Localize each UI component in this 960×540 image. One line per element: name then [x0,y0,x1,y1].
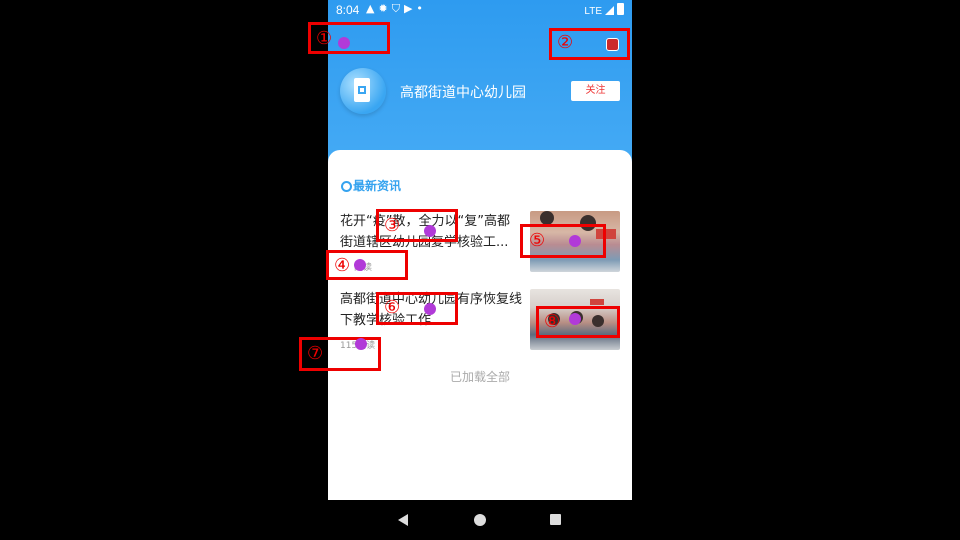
annotation-label-7: ⑦ [307,343,324,364]
org-name: 高都街道中心幼儿园 [400,85,526,101]
marker-dot-1 [338,37,350,49]
marker-dot-8 [569,313,581,325]
home-icon[interactable] [474,514,486,526]
gear-icon: ✹ [378,2,392,15]
status-bar: 8:04 ▲✹⛉▶• LTE [328,0,632,20]
marker-dot-6 [424,303,436,315]
play-icon: ▶ [403,2,417,15]
dot-icon: • [416,2,427,15]
marker-dot-7 [355,338,367,350]
annotation-label-5: ⑤ [529,230,546,251]
warning-icon: ▲ [366,2,379,15]
network-label: LTE [584,6,602,17]
annotation-label-6: ⑥ [384,297,401,318]
battery-icon [617,3,624,15]
section-dot-icon [341,181,352,192]
annotation-label-4: ④ [334,255,351,276]
section-title: 最新资讯 [353,179,402,193]
follow-button[interactable]: 关注 [571,81,620,101]
marker-dot-5 [569,235,581,247]
signal-icon [605,6,614,15]
status-right: LTE [584,3,624,17]
building-icon [354,78,370,102]
annotation-label-8: ⑧ [544,311,561,332]
annotation-label-1: ① [316,28,333,49]
annotation-label-2: ② [557,32,574,53]
back-icon[interactable] [398,514,408,526]
annotation-label-3: ③ [384,215,401,236]
status-time: 8:04 [336,3,360,17]
marker-dot-3 [424,225,436,237]
nav-bar [328,500,632,540]
status-notification-icons: ▲✹⛉▶• [366,2,427,16]
org-logo [340,68,386,114]
marker-dot-4 [354,259,366,271]
shield-icon: ⛉ [391,2,404,15]
recents-icon[interactable] [550,514,561,525]
